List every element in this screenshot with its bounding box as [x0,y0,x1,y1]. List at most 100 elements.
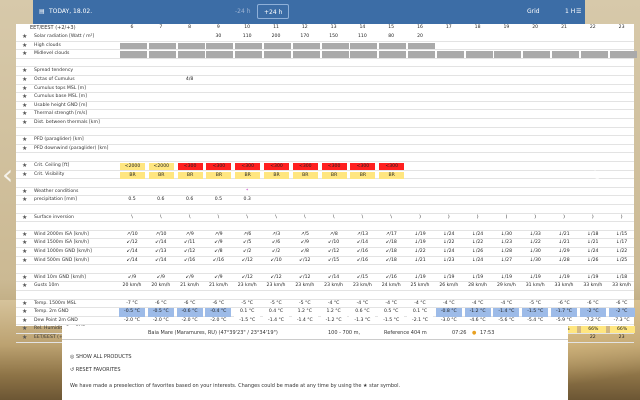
cell-value: 29 km/h [496,283,516,289]
cell-value: \ [361,214,364,220]
cell-value: ↙/10 [327,240,340,246]
cell-value: <300 [235,163,261,170]
menu-icon[interactable]: ☰ [576,8,581,15]
cell-value: 26 km/h [439,283,459,289]
favorites-notice: We have made a preselection of favorites… [70,383,401,389]
favorite-star-icon[interactable]: ★ [22,50,27,59]
table-row: ★ Octas of Cumulus 4/8 [16,76,634,85]
cell-value: -5 °C [529,300,541,306]
cell-value: ↙/12 [299,274,311,280]
favorite-star-icon[interactable]: ★ [22,85,27,94]
cell-value: -1.4 °C [296,317,313,323]
favorite-star-icon[interactable]: ★ [22,317,27,326]
cell-value: -1.2 °C [325,317,342,323]
favorite-star-icon[interactable]: ★ [22,334,27,343]
cell-value: ↓/30 [529,249,541,254]
cell-value: ↗/13 [356,231,369,237]
favorite-star-icon[interactable]: ★ [22,282,27,291]
cell-value: 0.5 [214,197,223,203]
cell-value: -0.5 °C [119,308,145,317]
table-row: ★ Temp. 1500m MSL -7 °C -6 °C -6 °C -6 °C -5 °… [16,300,634,309]
sunrise-time: 07:26 [452,330,467,336]
cell-value: ↙/9 [127,274,137,280]
favorite-star-icon[interactable]: ★ [22,300,27,309]
cell-value: ↙/16 [183,257,196,263]
favorite-star-icon[interactable]: ★ [22,42,27,51]
cloud-bar [580,51,608,58]
table-row [16,128,634,137]
grid-button[interactable]: Grid [527,8,540,15]
prev-arrow-icon[interactable]: ‹ [2,158,13,191]
favorite-star-icon[interactable]: ★ [22,196,27,205]
cell-value: ↙/2 [243,249,252,254]
favorite-star-icon[interactable]: ★ [22,162,27,171]
cell-value: ↙/6 [271,240,281,246]
favorite-star-icon[interactable]: ★ [22,188,27,197]
favorite-star-icon[interactable]: ★ [22,257,27,266]
favorite-star-icon[interactable]: ★ [22,102,27,111]
cell-value: ↙/12 [183,249,196,254]
row-label: Temp. 2m GND [34,309,69,315]
cell-value: -1.2 °C [464,308,491,317]
table-row: ★ Surface inversion \ \ \ \ \ \ \ \ \ \)))))))) [16,214,634,223]
favorite-star-icon[interactable]: ★ [22,67,27,76]
row-label: Temp. 1500m MSL [34,300,77,306]
hour-13: 13 [330,25,337,30]
table-row: ★ Wind 1000m GND [km/h] ↙/14 ↙/13 ↙/12 ↙/8 ↙/2… [16,248,634,257]
favorite-star-icon[interactable]: ★ [22,239,27,248]
cell-value: 21 km/h [180,283,200,289]
favorite-star-icon[interactable]: ★ [22,171,27,180]
cell-value: -6 °C [558,300,570,306]
table-row: ★ Wind 1500m ISA [km/h] ↙/12 ↙/14 ↙/11 ↙/9 ↙/5… [16,239,634,248]
cell-value: ) [505,214,508,220]
favorite-star-icon[interactable]: ★ [22,308,27,317]
next-arrow-icon[interactable]: › [592,158,603,191]
cell-value: ) [620,214,623,220]
table-row: ★ Usable height GND [m] [16,102,634,111]
cell-value: 80 [388,34,395,39]
cell-value: ↙/14 [327,274,340,280]
row-label: Octas of Cumulus [34,77,75,82]
cell-value: -1.5 °C [522,308,549,317]
favorite-star-icon[interactable]: ★ [22,274,27,283]
favorite-star-icon[interactable]: ★ [22,136,27,145]
cloud-bar [148,42,176,50]
hour-15: 15 [388,25,395,30]
cell-value: 1.2 °C [320,308,347,317]
step-select[interactable]: 1 H [565,8,575,15]
favorite-star-icon[interactable]: ★ [22,76,27,85]
cell-value: ↙/16 [212,257,225,263]
cloud-bar [206,51,234,58]
favorite-star-icon[interactable]: ★ [22,145,27,154]
favorite-star-icon[interactable]: ★ [22,119,27,128]
cell-value: \ [160,214,162,220]
cell-value: ↓/19 [414,240,426,246]
cloud-bar [120,51,147,58]
favorite-star-icon[interactable]: ★ [22,33,27,42]
info-panel: Baia Mare (Maramures, RU) (47°39'23" / 2… [62,326,568,400]
cell-value: ↓/29 [558,249,570,254]
row-label: Dew Point 2m GND [34,317,78,323]
minus-24h-button[interactable]: -24 h [229,4,257,19]
cell-value: BR [235,171,261,179]
favorite-star-icon[interactable]: ★ [22,231,27,240]
favorite-star-icon[interactable]: ★ [22,93,27,102]
cell-value: -7 °C [126,300,138,306]
plus-24h-button[interactable]: +24 h [257,4,290,19]
show-all-products-link[interactable]: ◎ SHOW ALL PRODUCTS [70,354,132,360]
cell-value: ↙/14 [356,240,369,246]
cell-value: ↗/10 [155,231,167,237]
cloud-bar [177,42,205,50]
favorite-star-icon[interactable]: ★ [22,248,27,257]
today-label[interactable]: TODAY, 18.02. [49,8,92,15]
cell-value: ↓/24 [471,231,484,237]
hour-7: 7 [159,25,163,30]
row-label: precipitation [mm] [34,197,77,203]
calendar-icon[interactable]: ▤ [39,8,45,15]
cell-value: -0.5 °C [147,308,174,317]
favorite-star-icon[interactable]: ★ [22,214,27,223]
cell-value: 0.1 °C [234,308,261,317]
reset-favorites-link[interactable]: ↺ RESET FAVORITES [70,367,121,373]
favorite-star-icon[interactable]: ★ [22,110,27,119]
favorite-star-icon[interactable]: ★ [22,325,27,334]
